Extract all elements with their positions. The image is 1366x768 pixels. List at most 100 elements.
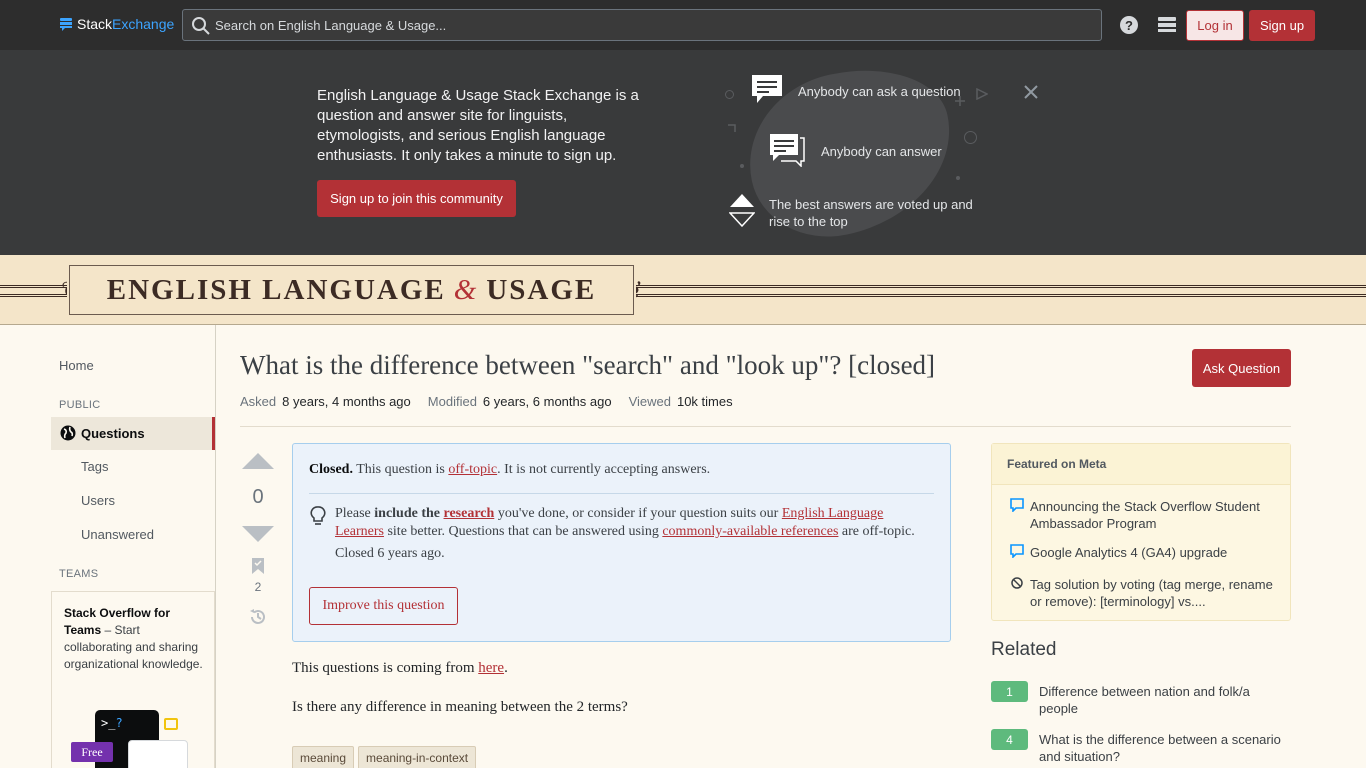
hero-item-answer: Anybody can answer	[821, 144, 942, 159]
nav-section-public: PUBLIC	[59, 399, 101, 411]
lightbulb-icon	[310, 506, 326, 525]
hero-item-vote: The best answers are voted up and rise t…	[769, 197, 973, 229]
bookmark-icon[interactable]	[252, 558, 264, 574]
stackexchange-icon	[60, 18, 72, 31]
modified-label: Modified	[427, 394, 477, 409]
asked-label: Asked	[240, 394, 277, 409]
nav-questions[interactable]: Questions	[51, 417, 215, 450]
circle-decoration	[725, 90, 734, 99]
free-badge: Free	[71, 742, 113, 762]
teams-promo: Stack Overflow for Teams – Start collabo…	[51, 591, 215, 768]
search-box	[182, 9, 1102, 41]
research-link[interactable]: research	[444, 506, 495, 521]
featured-item[interactable]: Announcing the Stack Overflow Student Am…	[1030, 498, 1280, 532]
close-icon[interactable]	[1022, 83, 1040, 101]
card-illustration	[128, 740, 188, 768]
nav-users[interactable]: Users	[81, 493, 115, 508]
offtopic-link[interactable]: off-topic	[448, 462, 497, 477]
hero-description: English Language & Usage Stack Exchange …	[317, 87, 639, 164]
chat-bubble-icon	[164, 718, 178, 730]
related-link[interactable]: What is the difference between a scenari…	[1039, 731, 1289, 765]
downvote-button[interactable]	[242, 526, 274, 542]
body-text-post: .	[504, 660, 508, 676]
login-button[interactable]: Log in	[1186, 10, 1244, 41]
site-title-right: USAGE	[486, 273, 597, 306]
svg-text:?: ?	[1125, 18, 1133, 33]
site-title[interactable]: ENGLISH LANGUAGE & USAGE	[67, 263, 636, 317]
title-divider	[240, 426, 1291, 427]
site-title-left: ENGLISH LANGUAGE	[106, 273, 446, 306]
asked-value[interactable]: 8 years, 4 months ago	[282, 394, 411, 409]
top-bar: StackExchange ? Log in Sign up	[0, 0, 1366, 50]
tag-meaning-in-context[interactable]: meaning-in-context	[358, 746, 477, 768]
blog-icon	[1010, 544, 1024, 558]
globe-icon	[60, 425, 76, 441]
question-title[interactable]: What is the difference between "search" …	[240, 350, 935, 381]
ask-question-icon	[752, 75, 782, 103]
logo-stack-text: Stack	[77, 16, 113, 32]
join-community-button[interactable]: Sign up to join this community	[317, 180, 516, 217]
modified-value[interactable]: 6 years, 6 months ago	[483, 394, 612, 409]
triangle-decoration	[976, 88, 988, 100]
related-score: 1	[991, 681, 1028, 702]
dot-decoration	[956, 176, 960, 180]
site-banner: ❦ ❦ ENGLISH LANGUAGE & USAGE	[0, 255, 1366, 325]
upvote-button[interactable]	[242, 453, 274, 469]
asked-info: Asked 8 years, 4 months ago	[240, 394, 411, 409]
site-title-ampersand: &	[453, 273, 479, 306]
help-icon[interactable]: ?	[1119, 15, 1139, 35]
left-sidebar: Home PUBLIC Questions Tags Users Unanswe…	[0, 325, 216, 768]
question-meta: Asked 8 years, 4 months ago Modified 6 yea…	[240, 394, 733, 409]
hero-item-ask: Anybody can ask a question	[798, 84, 961, 99]
dot-decoration	[740, 164, 744, 168]
vote-count: 0	[252, 486, 264, 508]
circle-decoration	[964, 131, 977, 144]
answer-icon	[770, 134, 805, 167]
include-text: include the	[374, 506, 444, 521]
logo-exchange-text: Exchange	[112, 16, 175, 32]
vote-arrows-icon	[729, 194, 755, 227]
bookmark-count: 2	[254, 580, 262, 594]
nav-section-teams: TEAMS	[59, 568, 99, 580]
blog-icon	[1010, 498, 1024, 512]
ask-question-button[interactable]: Ask Question	[1192, 349, 1291, 387]
references-link[interactable]: commonly-available references	[662, 524, 838, 539]
history-icon[interactable]	[248, 607, 268, 627]
closed-text-post: . It is not currently accepting answers.	[497, 462, 711, 477]
question-body-line1: This questions is coming from here.	[292, 660, 508, 677]
featured-item[interactable]: Tag solution by voting (tag merge, renam…	[1030, 576, 1280, 610]
related-score: 4	[991, 729, 1028, 750]
site-switcher-icon[interactable]	[1157, 15, 1177, 35]
teams-promo-text: Stack Overflow for Teams – Start collabo…	[64, 605, 204, 673]
featured-on-meta: Featured on Meta Announcing the Stack Ov…	[991, 443, 1291, 621]
featured-item[interactable]: Google Analytics 4 (GA4) upgrade	[1030, 544, 1280, 561]
improve-question-button[interactable]: Improve this question	[309, 587, 458, 625]
search-icon	[192, 17, 210, 35]
please-text: Please	[335, 506, 375, 521]
nav-tags[interactable]: Tags	[81, 459, 108, 474]
question-body-line2: Is there any difference in meaning betwe…	[292, 699, 628, 715]
search-input[interactable]	[215, 10, 1095, 40]
reason-end: are off-topic.	[838, 524, 915, 539]
closed-notice-header: Closed. This question is off-topic. It i…	[309, 462, 710, 478]
tag-meaning[interactable]: meaning	[292, 746, 355, 768]
reason-mid: you've done, or consider if your questio…	[494, 506, 782, 521]
corner-decoration	[728, 124, 736, 132]
nav-questions-label: Questions	[81, 426, 145, 441]
nav-unanswered[interactable]: Unanswered	[81, 527, 154, 542]
signup-button[interactable]: Sign up	[1249, 10, 1315, 41]
modified-info: Modified 6 years, 6 months ago	[428, 394, 612, 409]
viewed-info: Viewed 10k times	[629, 394, 733, 409]
related-link[interactable]: Difference between nation and folk/a peo…	[1039, 683, 1289, 717]
signup-hero: English Language & Usage Stack Exchange …	[0, 50, 1366, 255]
source-link[interactable]: here	[478, 660, 504, 676]
nav-home[interactable]: Home	[59, 358, 94, 373]
closed-ago: Closed 6 years ago.	[335, 546, 445, 561]
meta-site-icon	[1011, 577, 1023, 589]
featured-heading: Featured on Meta	[992, 444, 1290, 485]
viewed-value: 10k times	[676, 394, 733, 409]
question-tags: meaning meaning-in-context	[292, 746, 477, 768]
closed-text-pre: This question is	[352, 462, 449, 477]
notice-divider	[309, 493, 934, 494]
stackexchange-logo[interactable]: Stack Exchange	[59, 16, 174, 32]
